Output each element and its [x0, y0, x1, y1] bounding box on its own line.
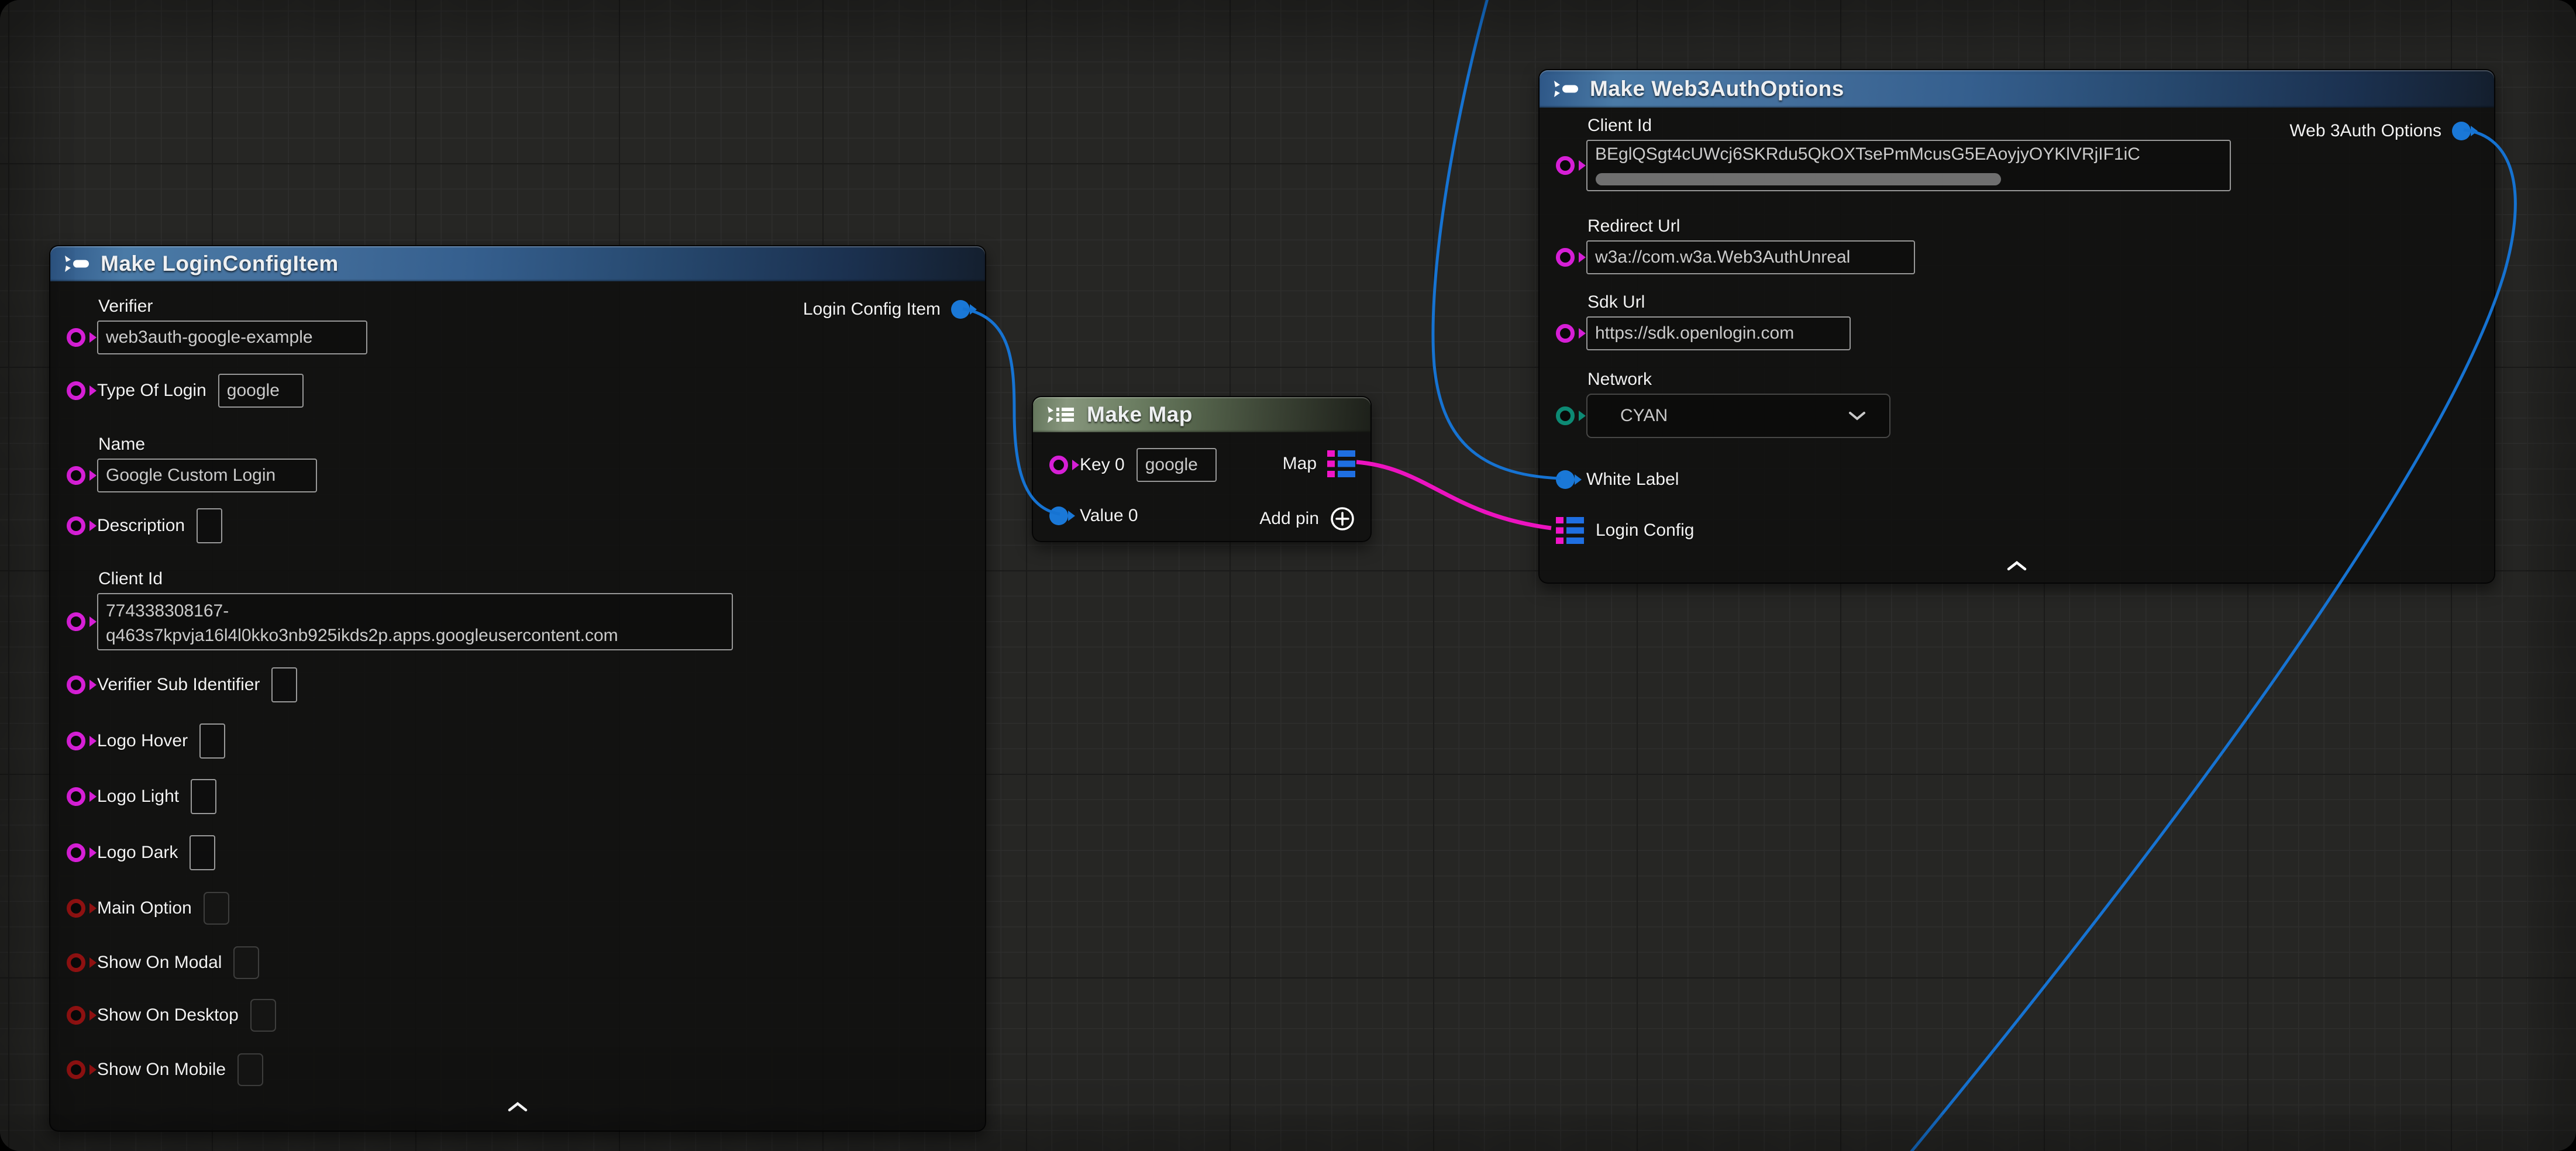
login-config-map-pin[interactable] — [1556, 517, 1584, 544]
add-pin-button[interactable]: Add pin — [1259, 506, 1355, 532]
network-selected-value: CYAN — [1620, 406, 1668, 426]
client-id-pin[interactable] — [1556, 156, 1575, 175]
node-header[interactable]: Make LoginConfigItem — [50, 246, 985, 281]
field-show-on-desktop: Show On Desktop — [67, 999, 276, 1032]
redirect-url-pin[interactable] — [1556, 248, 1575, 267]
verifier-sub-identifier-pin[interactable] — [67, 676, 85, 694]
show-on-modal-pin[interactable] — [67, 953, 85, 972]
sdk-url-pin[interactable] — [1556, 324, 1575, 343]
field-value-0: Value 0 — [1049, 506, 1138, 526]
field-redirect-url: Redirect Url w3a://com.w3a.Web3AuthUnrea… — [1556, 216, 1915, 274]
output-pin-label: Web 3Auth Options — [2289, 121, 2441, 141]
logo-dark-input[interactable] — [190, 835, 215, 870]
description-pin[interactable] — [67, 516, 85, 535]
client-id-input[interactable]: BEglQSgt4cUWcj6SKRdu5QkOXTsePmMcusG5EAoy… — [1586, 140, 2231, 191]
field-login-config: Login Config — [1556, 517, 1694, 544]
output-pin-label: Login Config Item — [803, 299, 941, 319]
field-show-on-modal: Show On Modal — [67, 946, 259, 979]
field-logo-hover: Logo Hover — [67, 723, 225, 759]
type-of-login-input[interactable]: google — [218, 374, 304, 408]
network-pin[interactable] — [1556, 406, 1575, 425]
show-on-modal-checkbox[interactable] — [233, 946, 259, 979]
verifier-pin[interactable] — [67, 328, 85, 347]
logo-light-input[interactable] — [191, 779, 216, 814]
show-on-mobile-checkbox[interactable] — [237, 1053, 263, 1086]
node-make-web3auth-options[interactable]: Make Web3AuthOptions Web 3Auth Options C… — [1538, 69, 2495, 584]
type-of-login-pin[interactable] — [67, 381, 85, 400]
chevron-down-icon — [1848, 411, 1866, 421]
chevron-up-icon — [2006, 560, 2027, 571]
make-map-icon — [1046, 405, 1076, 424]
field-logo-dark: Logo Dark — [67, 835, 215, 870]
add-pin-icon — [1330, 506, 1355, 532]
key-0-pin[interactable] — [1049, 456, 1068, 474]
node-title: Make Web3AuthOptions — [1590, 77, 1844, 101]
logo-light-pin[interactable] — [67, 787, 85, 806]
blueprint-graph-canvas[interactable]: Make LoginConfigItem Login Config Item V… — [0, 0, 2576, 1151]
verifier-input[interactable]: web3auth-google-example — [97, 321, 367, 354]
value-0-pin[interactable] — [1049, 506, 1068, 525]
map-output-pin[interactable] — [1327, 450, 1355, 477]
node-header[interactable]: Make Map — [1033, 397, 1370, 432]
node-title: Make LoginConfigItem — [101, 251, 339, 276]
node-header[interactable]: Make Web3AuthOptions — [1540, 70, 2494, 108]
description-input[interactable] — [197, 508, 222, 543]
field-description: Description — [67, 508, 222, 543]
logo-hover-pin[interactable] — [67, 732, 85, 750]
node-make-map[interactable]: Make Map Key 0 google Map Value 0 Add pi… — [1032, 396, 1372, 542]
main-option-pin[interactable] — [67, 899, 85, 918]
field-client-id: Client Id 774338308167-q463s7kpvja16l4l0… — [67, 569, 733, 650]
field-key-0: Key 0 google — [1049, 448, 1217, 482]
make-struct-icon — [1552, 80, 1579, 98]
name-pin[interactable] — [67, 466, 85, 485]
field-name: Name Google Custom Login — [67, 435, 317, 492]
field-sdk-url: Sdk Url https://sdk.openlogin.com — [1556, 292, 1851, 350]
name-input[interactable]: Google Custom Login — [97, 459, 317, 492]
field-type-of-login: Type Of Login google — [67, 374, 304, 408]
wire-map-to-login-config[interactable] — [1356, 462, 1551, 528]
client-id-scrollbar[interactable] — [1596, 173, 2001, 185]
sdk-url-input[interactable]: https://sdk.openlogin.com — [1586, 316, 1851, 350]
show-on-desktop-checkbox[interactable] — [250, 999, 276, 1032]
collapse-node-button[interactable] — [2006, 560, 2027, 574]
field-verifier: Verifier web3auth-google-example — [67, 297, 367, 354]
field-verifier-sub-identifier: Verifier Sub Identifier — [67, 667, 297, 702]
field-network: Network CYAN — [1556, 370, 1890, 438]
node-title: Make Map — [1087, 402, 1193, 427]
field-logo-light: Logo Light — [67, 779, 216, 814]
verifier-sub-identifier-input[interactable] — [271, 667, 297, 702]
client-id-pin[interactable] — [67, 612, 85, 631]
field-white-label: White Label — [1556, 470, 1679, 490]
make-struct-icon — [63, 254, 90, 273]
logo-hover-input[interactable] — [199, 723, 225, 759]
white-label-pin[interactable] — [1556, 470, 1575, 489]
client-id-input[interactable]: 774338308167-q463s7kpvja16l4l0kko3nb925i… — [97, 593, 733, 650]
chevron-up-icon — [507, 1101, 528, 1112]
login-config-item-output-pin[interactable] — [951, 300, 970, 319]
redirect-url-input[interactable]: w3a://com.w3a.Web3AuthUnreal — [1586, 240, 1915, 274]
logo-dark-pin[interactable] — [67, 843, 85, 862]
collapse-node-button[interactable] — [507, 1101, 528, 1115]
node-make-login-config-item[interactable]: Make LoginConfigItem Login Config Item V… — [49, 245, 986, 1132]
key-0-input[interactable]: google — [1137, 448, 1217, 482]
field-main-option: Main Option — [67, 892, 229, 925]
show-on-mobile-pin[interactable] — [67, 1060, 85, 1079]
main-option-checkbox[interactable] — [204, 892, 229, 925]
map-output-label: Map — [1283, 454, 1317, 474]
field-client-id: Client Id BEglQSgt4cUWcj6SKRdu5QkOXTsePm… — [1556, 116, 2231, 191]
web3auth-options-output-pin[interactable] — [2452, 122, 2471, 140]
show-on-desktop-pin[interactable] — [67, 1006, 85, 1025]
field-show-on-mobile: Show On Mobile — [67, 1053, 263, 1086]
network-dropdown[interactable]: CYAN — [1586, 394, 1890, 438]
